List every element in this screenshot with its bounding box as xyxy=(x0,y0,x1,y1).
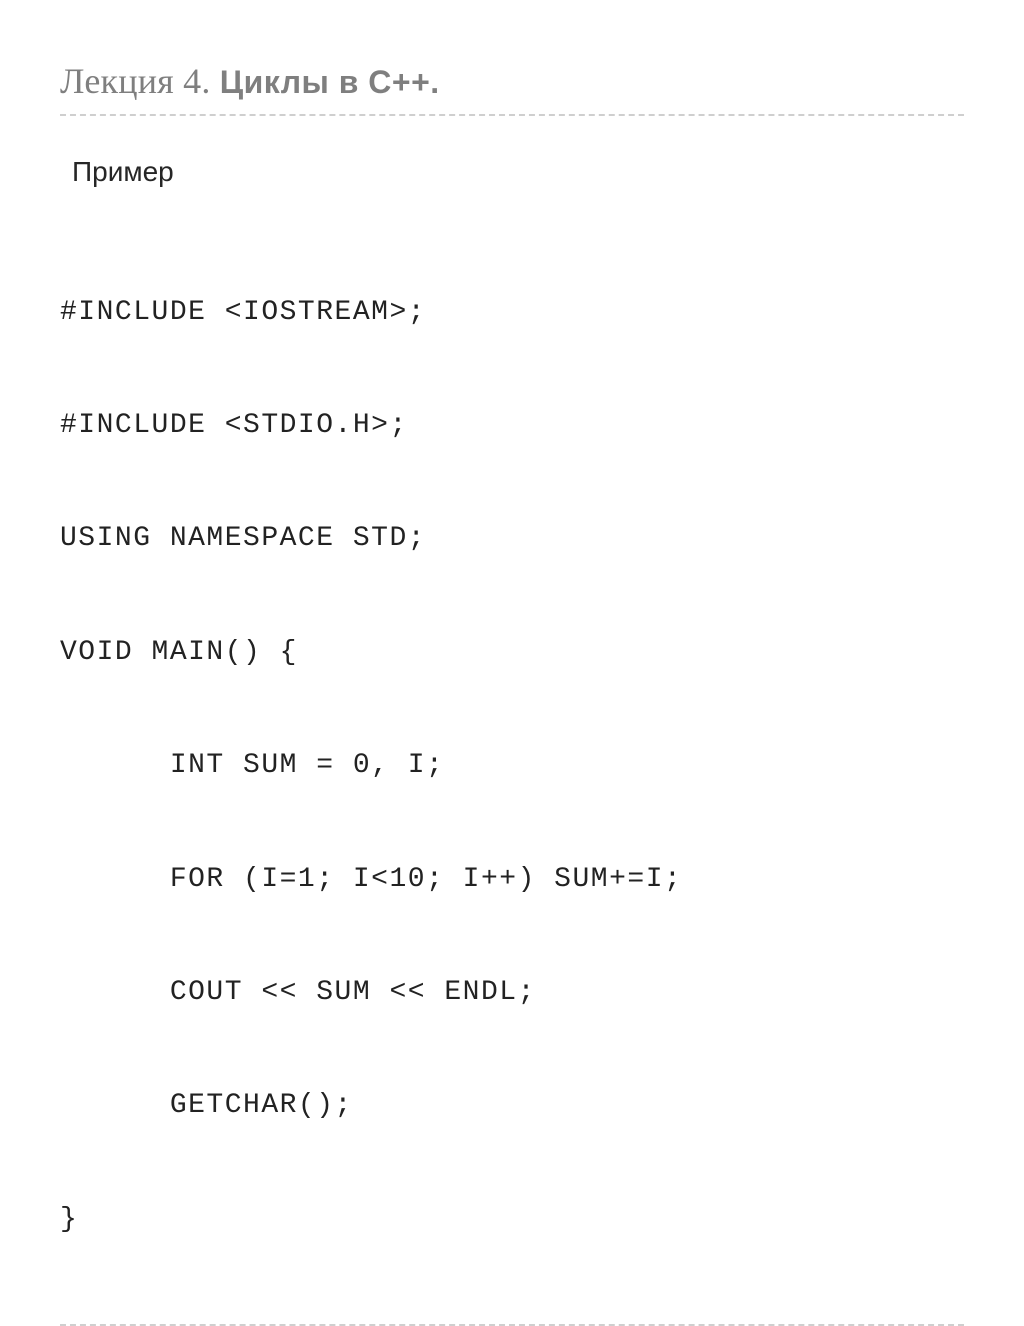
code-line: } xyxy=(60,1201,964,1239)
example-label: Пример xyxy=(72,156,964,188)
title-bold: Циклы в С++. xyxy=(220,64,440,100)
code-line: VOID MAIN() { xyxy=(60,634,964,672)
code-line: FOR (I=1; I<10; I++) SUM+=I; xyxy=(60,861,964,899)
code-line: #INCLUDE <STDIO.H>; xyxy=(60,407,964,445)
slide-title: Лекция 4. Циклы в С++. xyxy=(60,60,964,116)
code-line: GETCHAR(); xyxy=(60,1087,964,1125)
slide: Лекция 4. Циклы в С++. Пример #INCLUDE <… xyxy=(0,0,1024,768)
code-line: INT SUM = 0, I; xyxy=(60,747,964,785)
slide-content: Пример #INCLUDE <IOSTREAM>; #INCLUDE <ST… xyxy=(60,156,964,1314)
code-line: #INCLUDE <IOSTREAM>; xyxy=(60,294,964,332)
code-line: COUT << SUM << ENDL; xyxy=(60,974,964,1012)
code-block: #INCLUDE <IOSTREAM>; #INCLUDE <STDIO.H>;… xyxy=(60,218,964,1314)
title-prefix: Лекция 4. xyxy=(60,61,220,101)
code-line: USING NAMESPACE STD; xyxy=(60,520,964,558)
